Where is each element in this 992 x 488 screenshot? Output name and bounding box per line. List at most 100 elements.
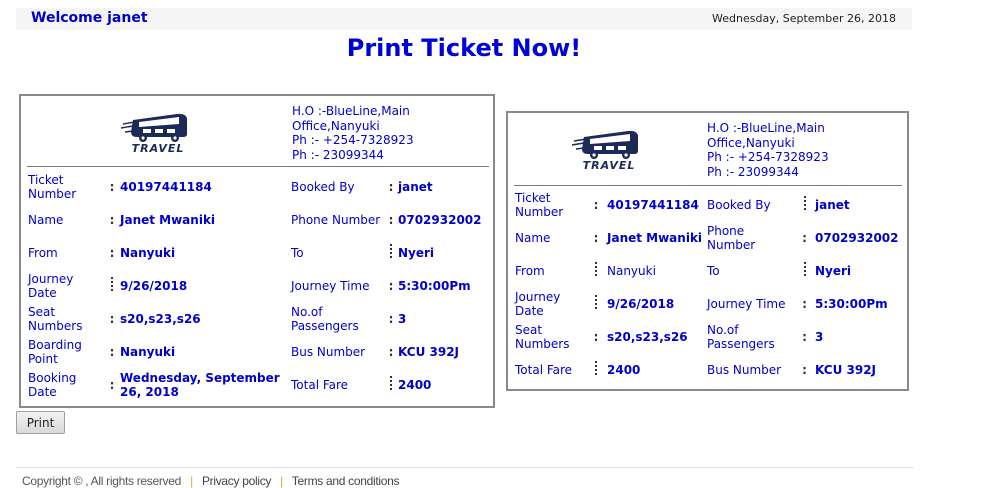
field-value: 9/26/2018	[607, 296, 675, 311]
field-value: Nanyuki	[607, 263, 656, 278]
colon: :	[388, 212, 394, 227]
field-value: 3	[398, 311, 407, 326]
field-value: 5:30:00Pm	[398, 278, 471, 293]
top-bar: Welcome janet Wednesday, September 26, 2…	[16, 8, 912, 30]
terms-link[interactable]: Terms and conditions	[292, 474, 400, 488]
table-row: From : Nanyuki To Nyeri	[28, 236, 490, 269]
field-label: Seat Numbers	[515, 322, 570, 351]
field-value: 40197441184	[120, 179, 212, 194]
footer-separator: |	[190, 474, 193, 488]
field-label: From	[28, 245, 58, 260]
colon	[585, 353, 607, 386]
footer: Copyright © , All rights reserved | Priv…	[22, 474, 400, 488]
logo-brand-text: TRAVEL	[131, 142, 185, 155]
field-label: Bus Number	[707, 362, 782, 377]
field-value: Janet Mwaniki	[607, 230, 703, 245]
field-label: Bus Number	[291, 344, 366, 359]
field-value: 5:30:00Pm	[815, 296, 888, 311]
office-line: Office,Nanyuki	[707, 135, 795, 150]
colon: :	[388, 344, 394, 359]
field-label: To	[707, 263, 720, 278]
office-address: H.O :-BlueLine,Main Office,Nanyuki Ph :-…	[707, 121, 829, 179]
travel-logo: TRAVEL	[568, 127, 650, 173]
office-address: H.O :-BlueLine,Main Office,Nanyuki Ph :-…	[292, 104, 414, 162]
print-button[interactable]: Print	[16, 411, 65, 434]
field-value: 9/26/2018	[120, 278, 188, 293]
field-label: Booked By	[291, 179, 355, 194]
field-value: 0702932002	[398, 212, 482, 227]
table-row: Ticket Number : 40197441184 Booked By : …	[28, 170, 490, 203]
field-value: janet	[398, 179, 433, 194]
ticket-details-table: Ticket Number : 40197441184 Booked By : …	[28, 170, 490, 401]
colon: :	[593, 197, 599, 212]
field-value: Janet Mwaniki	[120, 212, 216, 227]
table-row: Boarding Point : Nanyuki Bus Number : KC…	[28, 335, 490, 368]
field-label: Total Fare	[291, 377, 349, 392]
ticket-card-right: TRAVEL H.O :-BlueLine,Main Office,Nanyuk…	[506, 111, 909, 391]
field-label: To	[291, 245, 304, 260]
colon: :	[109, 344, 115, 359]
colon: :	[802, 362, 807, 377]
colon	[104, 269, 120, 302]
office-line: H.O :-BlueLine,Main	[707, 121, 825, 135]
colon: :	[109, 212, 115, 227]
colon: :	[802, 230, 807, 245]
field-value: 40197441184	[607, 197, 699, 212]
field-value: KCU 392J	[815, 362, 877, 377]
field-label: No.of Passengers	[707, 322, 775, 351]
colon: :	[109, 179, 115, 194]
field-label: Journey Date	[28, 271, 74, 300]
field-label: No.of Passengers	[291, 304, 359, 333]
colon: :	[109, 377, 115, 392]
privacy-policy-link[interactable]: Privacy policy	[202, 474, 271, 488]
table-row: Ticket Number : 40197441184 Booked By ja…	[515, 188, 905, 221]
colon: :	[388, 311, 394, 326]
bus-icon	[571, 130, 638, 159]
field-value: 0702932002	[815, 230, 899, 245]
table-row: Name : Janet Mwaniki Phone Number : 0702…	[28, 203, 490, 236]
colon: :	[593, 329, 599, 344]
colon	[384, 236, 398, 269]
field-label: Boarding Point	[28, 337, 82, 366]
table-row: Total Fare 2400 Bus Number : KCU 392J	[515, 353, 905, 386]
footer-divider	[16, 467, 914, 468]
field-value: Nanyuki	[120, 245, 176, 260]
divider	[514, 185, 902, 186]
field-value: 3	[815, 329, 824, 344]
welcome-text: Welcome janet	[31, 10, 148, 26]
field-label: Phone Number	[291, 212, 381, 227]
field-value: Wednesday, September 26, 2018	[120, 370, 280, 399]
colon	[585, 287, 607, 320]
field-value: Nanyuki	[120, 344, 176, 359]
table-row: Seat Numbers : s20,s23,s26 No.of Passeng…	[28, 302, 490, 335]
colon: :	[593, 230, 599, 245]
copyright-text: Copyright © , All rights reserved	[22, 474, 182, 488]
field-label: Booked By	[707, 197, 771, 212]
field-label: Journey Time	[291, 278, 370, 293]
field-label: From	[515, 263, 545, 278]
logo-brand-text: TRAVEL	[582, 159, 636, 172]
colon: :	[388, 278, 394, 293]
colon	[384, 368, 398, 401]
field-value: Nyeri	[398, 245, 435, 260]
field-value: KCU 392J	[398, 344, 460, 359]
table-row: Journey Date 9/26/2018 Journey Time : 5:…	[28, 269, 490, 302]
field-label: Name	[28, 212, 64, 227]
field-label: Journey Date	[515, 289, 561, 318]
travel-logo: TRAVEL	[117, 110, 199, 156]
field-value: s20,s23,s26	[607, 329, 688, 344]
office-phone: Ph :- +254-7328923	[292, 133, 414, 147]
colon: :	[109, 311, 115, 326]
table-row: Journey Date 9/26/2018 Journey Time : 5:…	[515, 287, 905, 320]
colon: :	[802, 329, 807, 344]
field-label: Total Fare	[515, 362, 573, 377]
office-phone: Ph :- 23099344	[707, 164, 799, 179]
table-row: From Nanyuki To Nyeri	[515, 254, 905, 287]
office-line: H.O :-BlueLine,Main	[292, 104, 410, 118]
colon: :	[388, 179, 394, 194]
bus-icon	[120, 113, 187, 142]
field-label: Ticket Number	[515, 190, 564, 219]
field-value: Nyeri	[815, 263, 852, 278]
current-date: Wednesday, September 26, 2018	[712, 12, 896, 25]
footer-separator: |	[280, 474, 283, 488]
